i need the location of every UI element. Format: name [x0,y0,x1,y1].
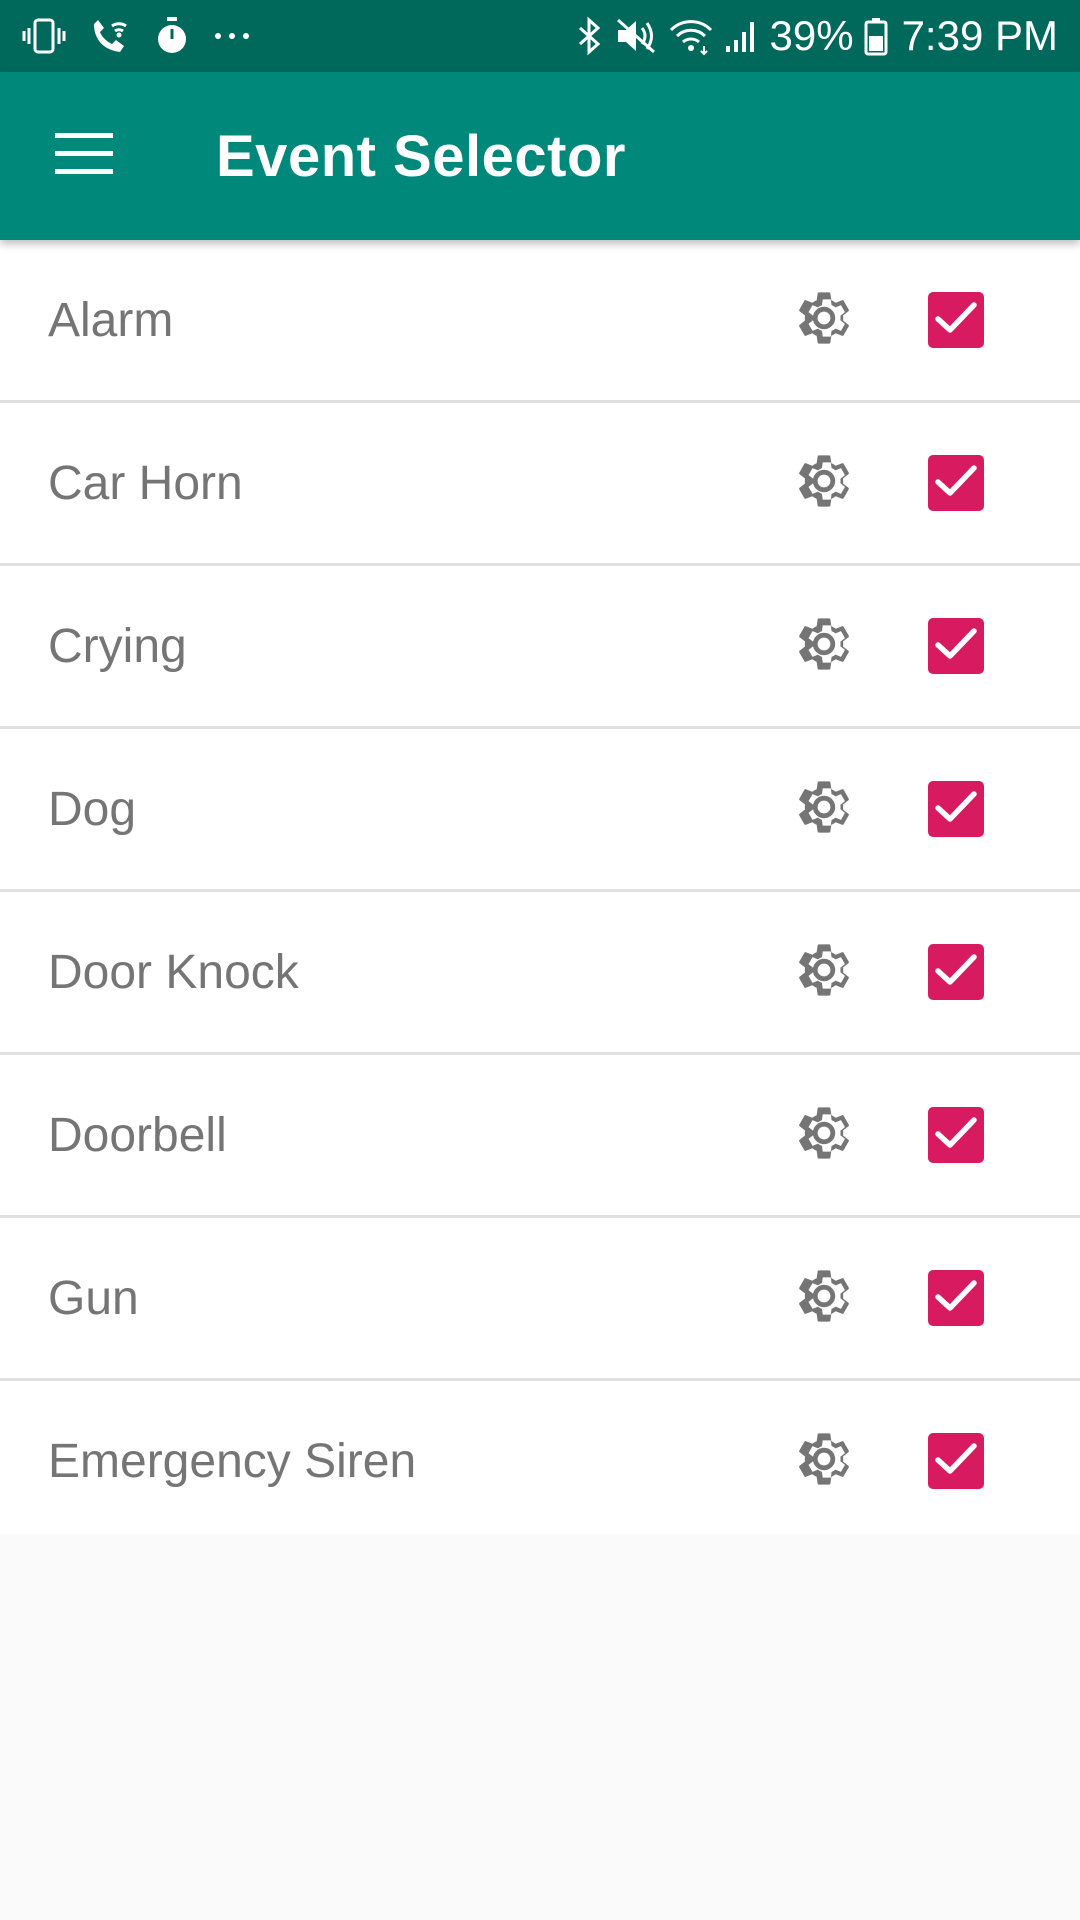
event-row-emergency-siren: Emergency Siren [0,1381,1080,1544]
event-settings-button[interactable] [790,1264,858,1332]
event-label: Door Knock [48,945,299,999]
battery-percent: 39% [769,12,854,59]
event-settings-button[interactable] [790,612,858,680]
event-checkbox[interactable] [928,292,984,348]
page-title: Event Selector [216,123,626,189]
signal-icon [724,16,760,56]
event-label: Crying [48,619,187,673]
stopwatch-icon [154,16,190,56]
event-settings-button[interactable] [790,1101,858,1169]
event-label: Doorbell [48,1108,227,1162]
event-row-door-knock: Door Knock [0,892,1080,1055]
event-label: Alarm [48,293,174,347]
empty-list-area [0,1534,1080,1920]
event-checkbox[interactable] [928,944,984,1000]
checkmark-icon [935,953,977,992]
wifi-icon [668,16,714,56]
gear-icon [792,1101,856,1170]
event-label: Emergency Siren [48,1434,417,1488]
bluetooth-icon [574,16,604,56]
checkmark-icon [935,1279,977,1318]
checkmark-icon [935,627,977,666]
event-row-crying: Crying [0,566,1080,729]
checkmark-icon [935,464,977,503]
gear-icon [792,775,856,844]
wifi-calling-icon [88,16,132,56]
event-label: Car Horn [48,456,243,510]
gear-icon [792,1427,856,1496]
event-settings-button[interactable] [790,286,858,354]
gear-icon [792,286,856,355]
checkmark-icon [935,1442,977,1481]
event-checkbox[interactable] [928,781,984,837]
hamburger-menu-icon [55,132,113,180]
checkmark-icon [935,790,977,829]
status-bar-right: 39% 7:39 PM [574,15,1058,57]
navigation-menu-button[interactable] [32,104,136,208]
battery-icon [864,16,888,56]
event-row-gun: Gun [0,1218,1080,1381]
event-checkbox[interactable] [928,1270,984,1326]
event-label: Gun [48,1271,139,1325]
event-checkbox[interactable] [928,1433,984,1489]
app-bar: Event Selector [0,72,1080,240]
checkmark-icon [935,1116,977,1155]
event-settings-button[interactable] [790,449,858,517]
gear-icon [792,449,856,518]
status-bar-left [22,16,274,56]
event-list: Alarm Car Horn Crying Dog Door Knock Doo… [0,240,1080,1544]
vibrate-icon [22,16,66,56]
gear-icon [792,612,856,681]
event-checkbox[interactable] [928,455,984,511]
event-settings-button[interactable] [790,775,858,843]
status-time: 7:39 PM [901,12,1058,59]
event-row-alarm: Alarm [0,240,1080,403]
event-settings-button[interactable] [790,938,858,1006]
event-row-car-horn: Car Horn [0,403,1080,566]
event-label: Dog [48,782,137,836]
mute-icon [614,16,658,56]
gear-icon [792,938,856,1007]
event-checkbox[interactable] [928,618,984,674]
status-bar: 39% 7:39 PM [0,0,1080,72]
event-row-dog: Dog [0,729,1080,892]
checkmark-icon [935,301,977,340]
gear-icon [792,1264,856,1333]
event-checkbox[interactable] [928,1107,984,1163]
event-row-doorbell: Doorbell [0,1055,1080,1218]
event-settings-button[interactable] [790,1427,858,1495]
more-dots-icon [212,16,252,56]
